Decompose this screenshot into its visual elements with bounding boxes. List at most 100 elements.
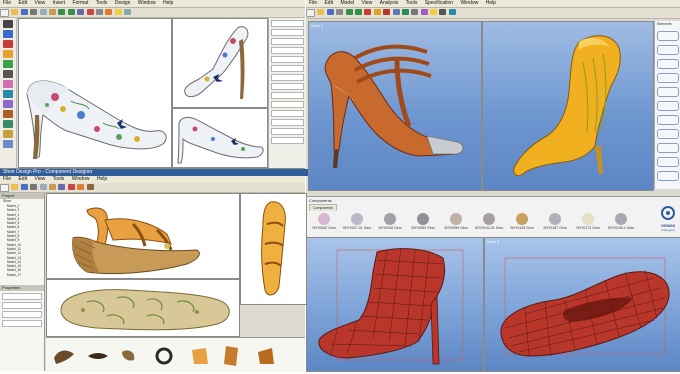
menu-view[interactable]: View	[31, 176, 48, 183]
pan-icon[interactable]	[95, 9, 103, 15]
palette-item-10[interactable]	[657, 157, 679, 167]
prop-field-1[interactable]	[271, 20, 304, 27]
prop-field-2[interactable]	[271, 29, 304, 36]
mesh-viewport-right[interactable]: View 2	[484, 237, 680, 372]
palette-item-8[interactable]	[657, 129, 679, 139]
menu-file[interactable]: File	[306, 0, 320, 7]
palette-item-2[interactable]	[657, 45, 679, 55]
cut-icon[interactable]	[30, 184, 38, 190]
mesh-viewport-left[interactable]	[306, 237, 484, 372]
prop-field-4[interactable]	[2, 320, 42, 328]
redo-icon[interactable]	[67, 9, 75, 15]
component-item[interactable]: SHY0129 Gem	[506, 211, 538, 230]
new-icon[interactable]	[306, 9, 315, 17]
menu-edit[interactable]: Edit	[321, 0, 336, 7]
prop-field-3[interactable]	[271, 38, 304, 45]
menu-help[interactable]: Help	[483, 0, 499, 7]
viewport-2[interactable]	[482, 21, 654, 191]
menu-window[interactable]: Window	[135, 0, 159, 7]
component-item[interactable]: SHY0027-01 Gem	[341, 211, 373, 230]
save-icon[interactable]	[326, 9, 334, 15]
undo-icon[interactable]	[58, 9, 66, 15]
new-icon[interactable]	[0, 184, 9, 192]
light-icon[interactable]	[114, 9, 122, 15]
measure-tool-icon[interactable]	[3, 90, 13, 98]
palette-item-3[interactable]	[657, 59, 679, 69]
line-tool-icon[interactable]	[3, 40, 13, 48]
palette-item-7[interactable]	[657, 115, 679, 125]
undo-icon[interactable]	[345, 9, 353, 15]
open-icon[interactable]	[317, 9, 325, 15]
menu-window[interactable]: Window	[69, 176, 93, 183]
open-icon[interactable]	[11, 9, 19, 15]
shade-icon[interactable]	[373, 9, 381, 15]
zoom-icon[interactable]	[392, 9, 400, 15]
prop-field-11[interactable]	[271, 110, 304, 117]
camera-icon[interactable]	[439, 9, 447, 15]
prop-field-4[interactable]	[271, 47, 304, 54]
offset-tool-icon[interactable]	[3, 130, 13, 138]
prop-field-1[interactable]	[2, 293, 42, 301]
menu-analysis[interactable]: Analysis	[377, 0, 402, 7]
component-item[interactable]: SHY0173 Gem	[572, 211, 604, 230]
palette-item-5[interactable]	[657, 87, 679, 97]
sandal-canvas[interactable]	[46, 193, 240, 279]
palette-item-11[interactable]	[657, 171, 679, 181]
render-icon[interactable]	[105, 9, 113, 15]
texture-icon[interactable]	[86, 184, 94, 190]
render-icon[interactable]	[364, 9, 372, 15]
measure-icon[interactable]	[448, 9, 456, 15]
components-tab[interactable]: Components	[309, 204, 337, 211]
prop-field-7[interactable]	[271, 74, 304, 81]
fill-tool-icon[interactable]	[3, 60, 13, 68]
zoom-icon[interactable]	[58, 184, 66, 190]
main-shoe-viewport[interactable]	[18, 18, 172, 168]
prop-field-8[interactable]	[271, 83, 304, 90]
menu-format[interactable]: Format	[70, 0, 92, 7]
component-item[interactable]: SHY0102-01 Gem	[473, 211, 505, 230]
stitch-tool-icon[interactable]	[3, 110, 13, 118]
palette-item-1[interactable]	[657, 31, 679, 41]
palette-item-6[interactable]	[657, 101, 679, 111]
rotate-icon[interactable]	[86, 9, 94, 15]
fit-icon[interactable]	[420, 9, 428, 15]
component-item[interactable]: SHY0040 Gem	[374, 211, 406, 230]
palette-item-4[interactable]	[657, 73, 679, 83]
trim-tool-icon[interactable]	[3, 120, 13, 128]
menu-model[interactable]: Model	[337, 0, 357, 7]
menu-file[interactable]: File	[0, 176, 14, 183]
menu-tools[interactable]: Tools	[50, 176, 68, 183]
cut-icon[interactable]	[30, 9, 38, 15]
color-icon[interactable]	[77, 184, 85, 190]
palette-item-9[interactable]	[657, 143, 679, 153]
copy-icon[interactable]	[39, 184, 47, 190]
tree-item[interactable]: Model_17	[0, 273, 44, 277]
eraser-tool-icon[interactable]	[3, 80, 13, 88]
print-icon[interactable]	[336, 9, 344, 15]
menu-design[interactable]: Design	[112, 0, 134, 7]
redo-icon[interactable]	[354, 9, 362, 15]
zoom-icon[interactable]	[77, 9, 85, 15]
sandal-side-canvas[interactable]	[240, 193, 307, 305]
prop-field-3[interactable]	[2, 311, 42, 319]
rotate-icon[interactable]	[67, 184, 75, 190]
prop-field-2[interactable]	[2, 302, 42, 310]
grid-icon[interactable]	[124, 9, 132, 15]
menu-tools[interactable]: Tools	[93, 0, 111, 7]
menu-file[interactable]: File	[0, 0, 14, 7]
new-icon[interactable]	[0, 9, 9, 17]
menu-specification[interactable]: Specification	[422, 0, 456, 7]
menu-tools[interactable]: Tools	[403, 0, 421, 7]
prop-field-5[interactable]	[271, 56, 304, 63]
paste-icon[interactable]	[48, 184, 56, 190]
menu-edit[interactable]: Edit	[15, 0, 30, 7]
save-icon[interactable]	[20, 184, 28, 190]
copy-icon[interactable]	[39, 9, 47, 15]
menu-view[interactable]: View	[358, 0, 375, 7]
component-item[interactable]: SHY0002 Gem	[308, 211, 340, 230]
layer-tool-icon[interactable]	[3, 140, 13, 148]
select-tool-icon[interactable]	[3, 20, 13, 28]
prop-field-10[interactable]	[271, 101, 304, 108]
brush-tool-icon[interactable]	[3, 50, 13, 58]
menu-edit[interactable]: Edit	[15, 176, 30, 183]
